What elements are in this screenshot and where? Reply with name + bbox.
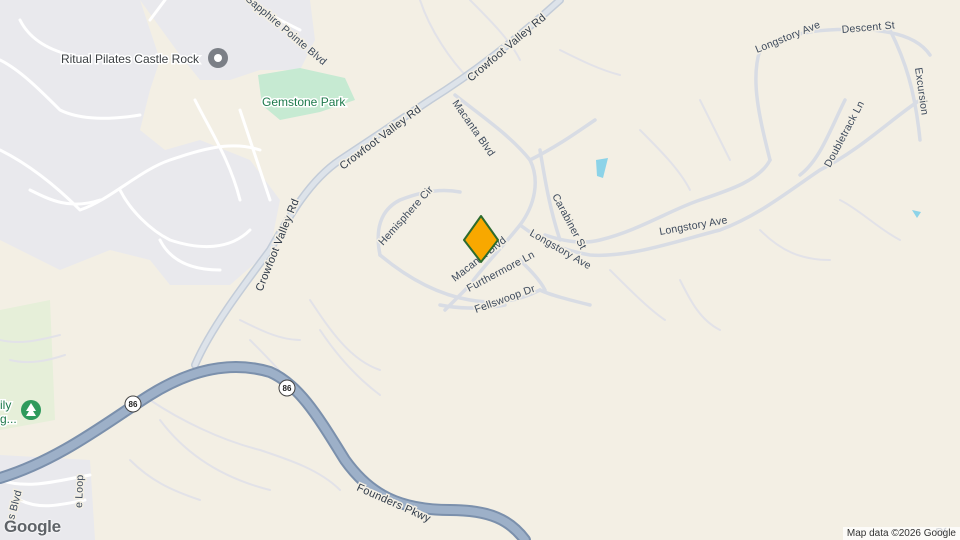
label-gemstone-park[interactable]: Gemstone Park bbox=[261, 94, 348, 111]
map-svg[interactable]: 86 86 Crowfoot Valley Rd Crowfoot Valley… bbox=[0, 0, 960, 540]
label-ritual-pilates: Ritual Pilates Castle Rock bbox=[61, 52, 200, 66]
google-logo: Google bbox=[4, 517, 61, 536]
hwy-86-shield-west: 86 bbox=[124, 395, 142, 413]
svg-text:86: 86 bbox=[283, 384, 292, 393]
hwy-86-shield-east: 86 bbox=[278, 379, 296, 397]
label-family-camp-line2: g... bbox=[0, 412, 17, 426]
map-attribution[interactable]: Map data ©2026 Google bbox=[842, 527, 960, 540]
label-left-loop: e Loop bbox=[73, 474, 86, 508]
label-family-camp-line1: ily bbox=[0, 398, 11, 412]
map-canvas[interactable]: 86 86 Crowfoot Valley Rd Crowfoot Valley… bbox=[0, 0, 960, 540]
svg-text:86: 86 bbox=[129, 400, 138, 409]
